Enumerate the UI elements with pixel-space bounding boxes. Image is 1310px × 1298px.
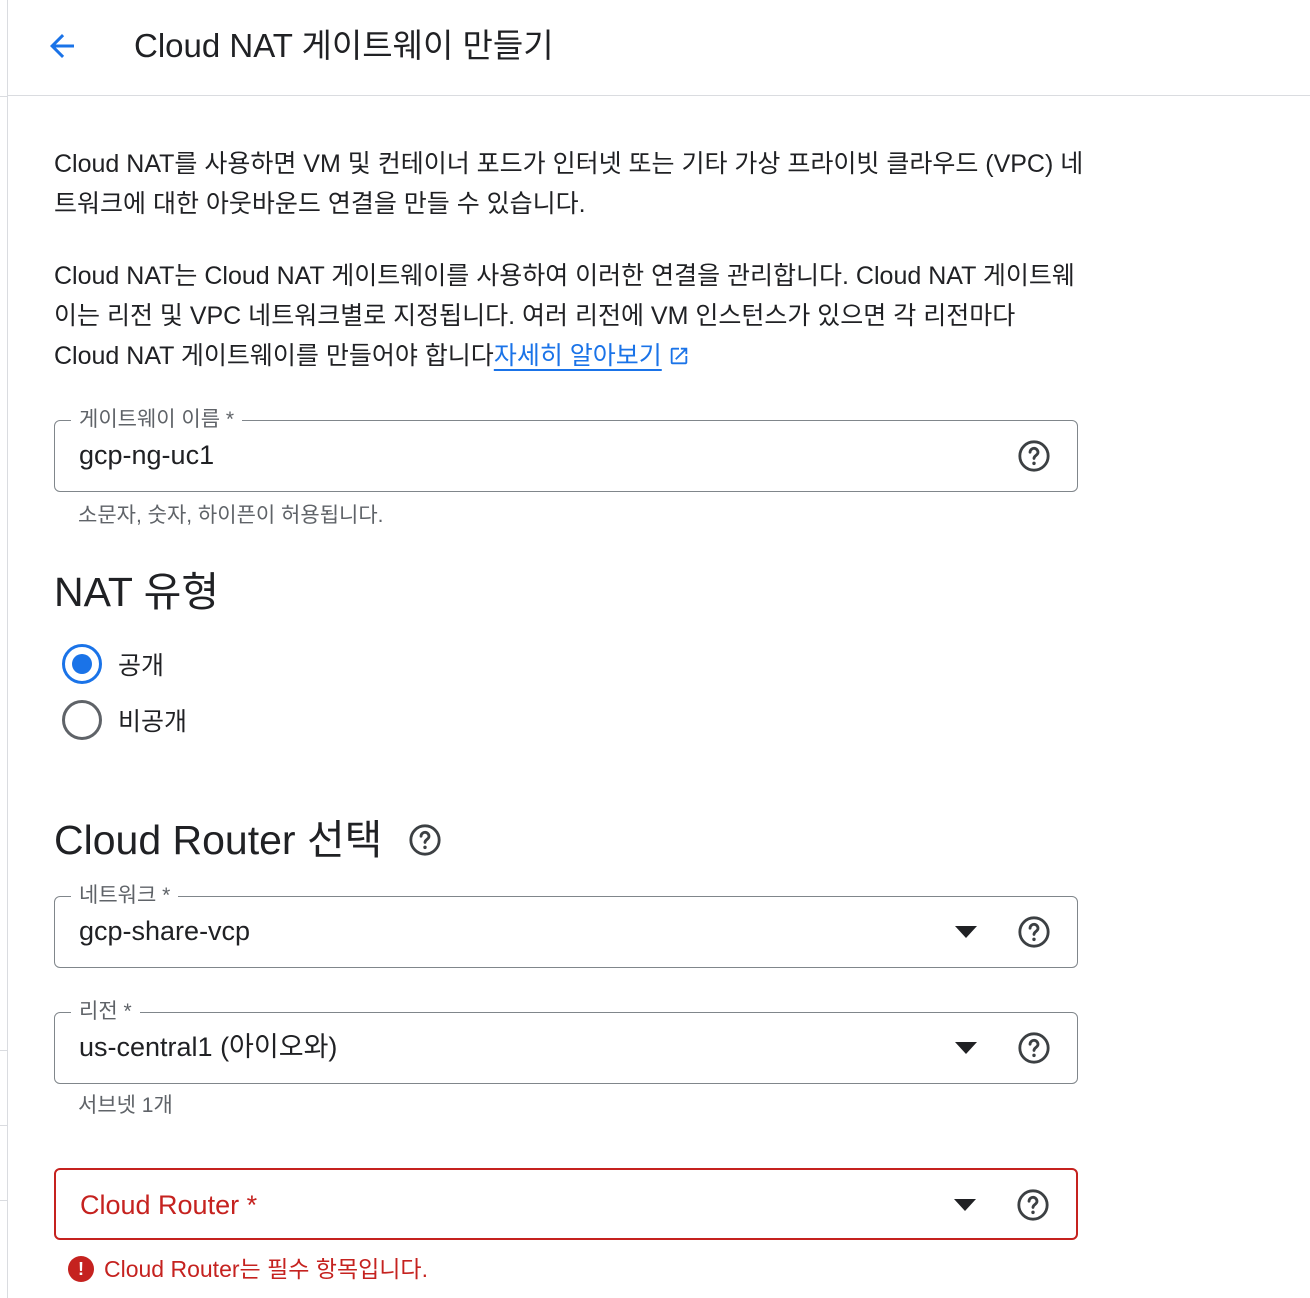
gateway-name-label: 게이트웨이 이름 * [71,406,243,434]
cloud-router-error: ! Cloud Router는 필수 항목입니다. [68,1254,428,1284]
cloud-router-select[interactable]: Cloud Router * [54,1168,1078,1240]
network-value: gcp-share-vcp [79,916,251,946]
router-section-title: Cloud Router 선택 [54,814,442,866]
intro-paragraph-2: Cloud NAT는 Cloud NAT 게이트웨이를 사용하여 이러한 연결을… [54,256,1084,376]
rail-divider [0,96,8,97]
help-icon[interactable] [1017,915,1051,949]
intro-paragraph-1: Cloud NAT를 사용하면 VM 및 컨테이너 포드가 인터넷 또는 기타 … [54,150,1084,218]
page-title: Cloud NAT 게이트웨이 만들기 [134,27,554,64]
help-icon[interactable] [1016,1188,1050,1222]
region-value: us-central1 (아이오와) [79,1032,338,1062]
learn-more-link[interactable]: 자세히 알아보기 [494,342,662,370]
dropdown-arrow-icon[interactable] [955,926,977,938]
gateway-name-field[interactable]: 게이트웨이 이름 * gcp-ng-uc1 [54,406,1078,492]
region-hint: 서브넷 1개 [78,1094,173,1117]
nat-type-private-option[interactable]: 비공개 [62,698,187,742]
gateway-name-input[interactable]: gcp-ng-uc1 [79,437,214,473]
page-header: Cloud NAT 게이트웨이 만들기 [8,0,1310,96]
gateway-name-hint: 소문자, 숫자, 하이픈이 허용됩니다. [78,504,384,527]
dropdown-arrow-icon[interactable] [955,1042,977,1054]
help-icon[interactable] [1017,1031,1051,1065]
radio-unchecked[interactable] [62,700,102,740]
rail-divider [0,1125,8,1126]
region-label: 리전 * [71,998,140,1026]
cloud-router-error-text: Cloud Router는 필수 항목입니다. [104,1256,428,1282]
rail-divider [0,1200,8,1201]
arrow-back-icon [50,34,74,58]
back-button[interactable] [38,22,86,70]
radio-checked[interactable] [62,644,102,684]
error-icon: ! [68,1256,94,1282]
dropdown-arrow-icon[interactable] [954,1199,976,1211]
network-select[interactable]: 네트워크 * gcp-share-vcp [54,882,1078,968]
cloud-router-placeholder: Cloud Router * [80,1190,258,1220]
radio-label-private: 비공개 [118,708,188,736]
router-section-title-text: Cloud Router 선택 [54,817,383,863]
radio-label-public: 공개 [118,652,165,680]
rail-divider [0,1050,8,1051]
region-select[interactable]: 리전 * us-central1 (아이오와) [54,998,1078,1084]
help-icon[interactable] [408,823,442,857]
network-label: 네트워크 * [71,882,179,910]
open-in-new-icon [670,347,688,365]
left-rail [0,0,8,1298]
help-icon[interactable] [1017,439,1051,473]
nat-type-public-option[interactable]: 공개 [62,642,164,686]
nat-type-title: NAT 유형 [54,569,220,615]
